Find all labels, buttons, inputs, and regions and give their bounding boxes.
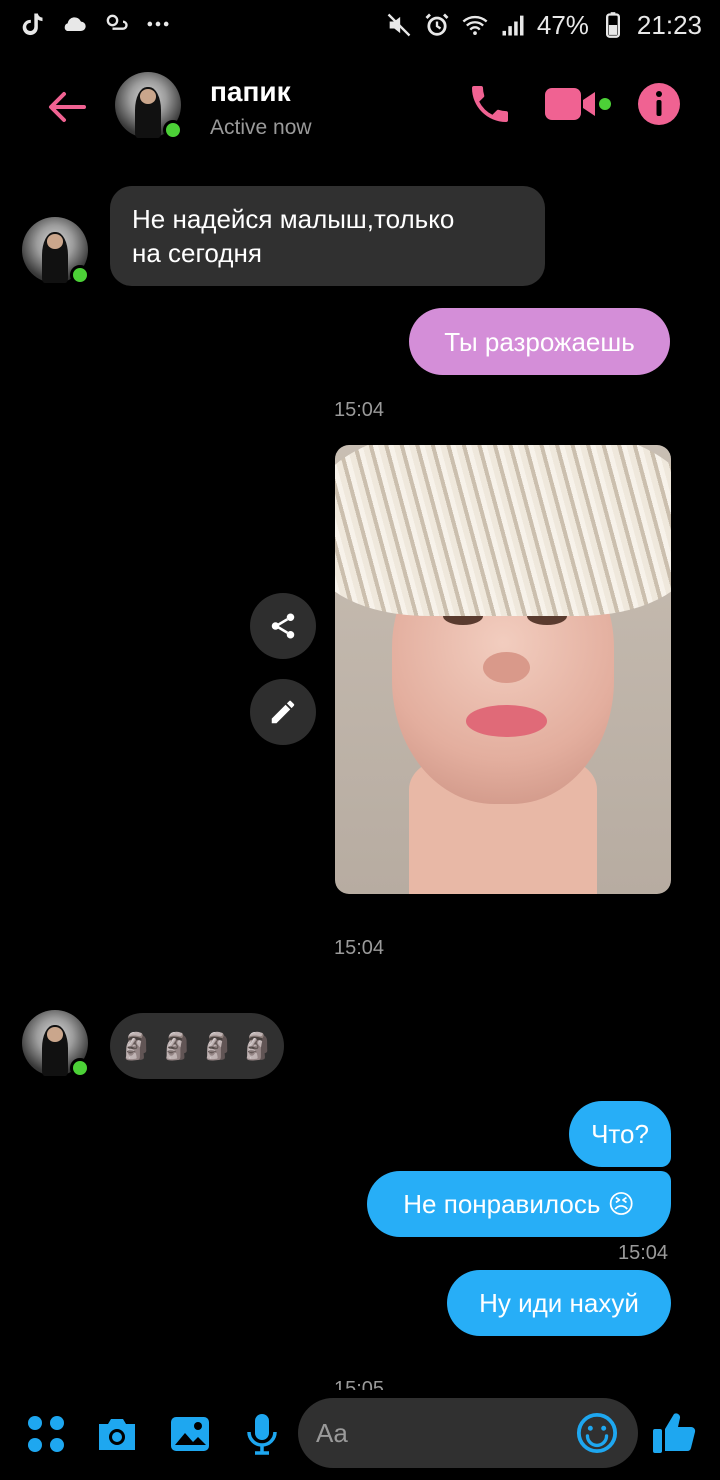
battery-icon <box>605 12 620 38</box>
incoming-emoji-message[interactable]: 🗿 🗿 🗿 🗿 <box>110 1013 284 1079</box>
contact-avatar[interactable] <box>115 72 183 140</box>
contact-name[interactable]: папик <box>210 76 291 108</box>
tiktok-icon <box>22 13 43 36</box>
outgoing-message[interactable]: Ты разрожаешь <box>409 308 670 375</box>
mute-icon <box>387 13 411 37</box>
wifi-icon <box>462 15 488 36</box>
sent-photo[interactable] <box>335 445 671 894</box>
weather-icon <box>106 14 128 30</box>
back-arrow-icon[interactable] <box>42 82 92 132</box>
phone-icon[interactable] <box>466 80 514 128</box>
online-indicator <box>70 265 90 285</box>
share-button[interactable] <box>250 593 316 659</box>
gallery-icon[interactable] <box>168 1412 212 1456</box>
message-text-line: Не надейся малыш,только <box>132 204 455 234</box>
composer-bar <box>0 1390 720 1480</box>
message-composer[interactable] <box>298 1398 638 1468</box>
message-input[interactable] <box>316 1398 576 1468</box>
emoji-icon[interactable] <box>576 1412 618 1454</box>
timestamp: 15:04 <box>618 1242 669 1264</box>
status-bar: 47% 21:23 <box>0 0 720 52</box>
online-indicator <box>163 120 183 140</box>
timestamp: 15:04 <box>334 399 385 421</box>
chat-header: папик Active now <box>0 60 720 156</box>
timestamp: 15:04 <box>334 937 385 959</box>
online-indicator <box>70 1058 90 1078</box>
info-icon[interactable] <box>637 82 681 126</box>
outgoing-message[interactable]: Не понравилось 😣 <box>367 1171 671 1237</box>
microphone-icon[interactable] <box>240 1412 284 1456</box>
timestamp: 15:05 <box>334 1378 385 1390</box>
sender-avatar[interactable] <box>22 217 90 285</box>
camera-icon[interactable] <box>95 1412 139 1456</box>
moai-emoji: 🗿 <box>120 1030 153 1061</box>
message-text: Ты разрожаешь <box>444 326 635 357</box>
video-camera-icon[interactable] <box>543 80 615 128</box>
moai-emoji: 🗿 <box>160 1030 193 1061</box>
share-icon <box>271 613 295 639</box>
edit-button[interactable] <box>250 679 316 745</box>
clock: 21:23 <box>636 10 702 40</box>
more-dots-icon <box>147 21 169 27</box>
message-text: Ну иди нахуй <box>479 1288 639 1318</box>
contact-status: Active now <box>210 116 312 139</box>
message-text-line: на сегодня <box>132 238 262 268</box>
outgoing-message[interactable]: Что? <box>569 1101 671 1167</box>
alarm-icon <box>425 13 449 36</box>
message-text: Не понравилось 😣 <box>403 1189 635 1219</box>
battery-percent: 47% <box>536 10 589 40</box>
sender-avatar[interactable] <box>22 1010 90 1078</box>
message-text: Что? <box>591 1119 649 1149</box>
signal-icon <box>502 15 524 36</box>
outgoing-message[interactable]: Ну иди нахуй <box>447 1270 671 1336</box>
incoming-message[interactable]: Не надейся малыш,только на сегодня <box>110 186 545 286</box>
apps-grid-icon[interactable] <box>24 1412 68 1456</box>
cloud-icon <box>64 17 86 31</box>
moai-emoji: 🗿 <box>241 1030 274 1061</box>
pencil-icon <box>271 700 295 724</box>
moai-emoji: 🗿 <box>201 1030 234 1061</box>
thumbs-up-icon[interactable] <box>650 1408 700 1458</box>
